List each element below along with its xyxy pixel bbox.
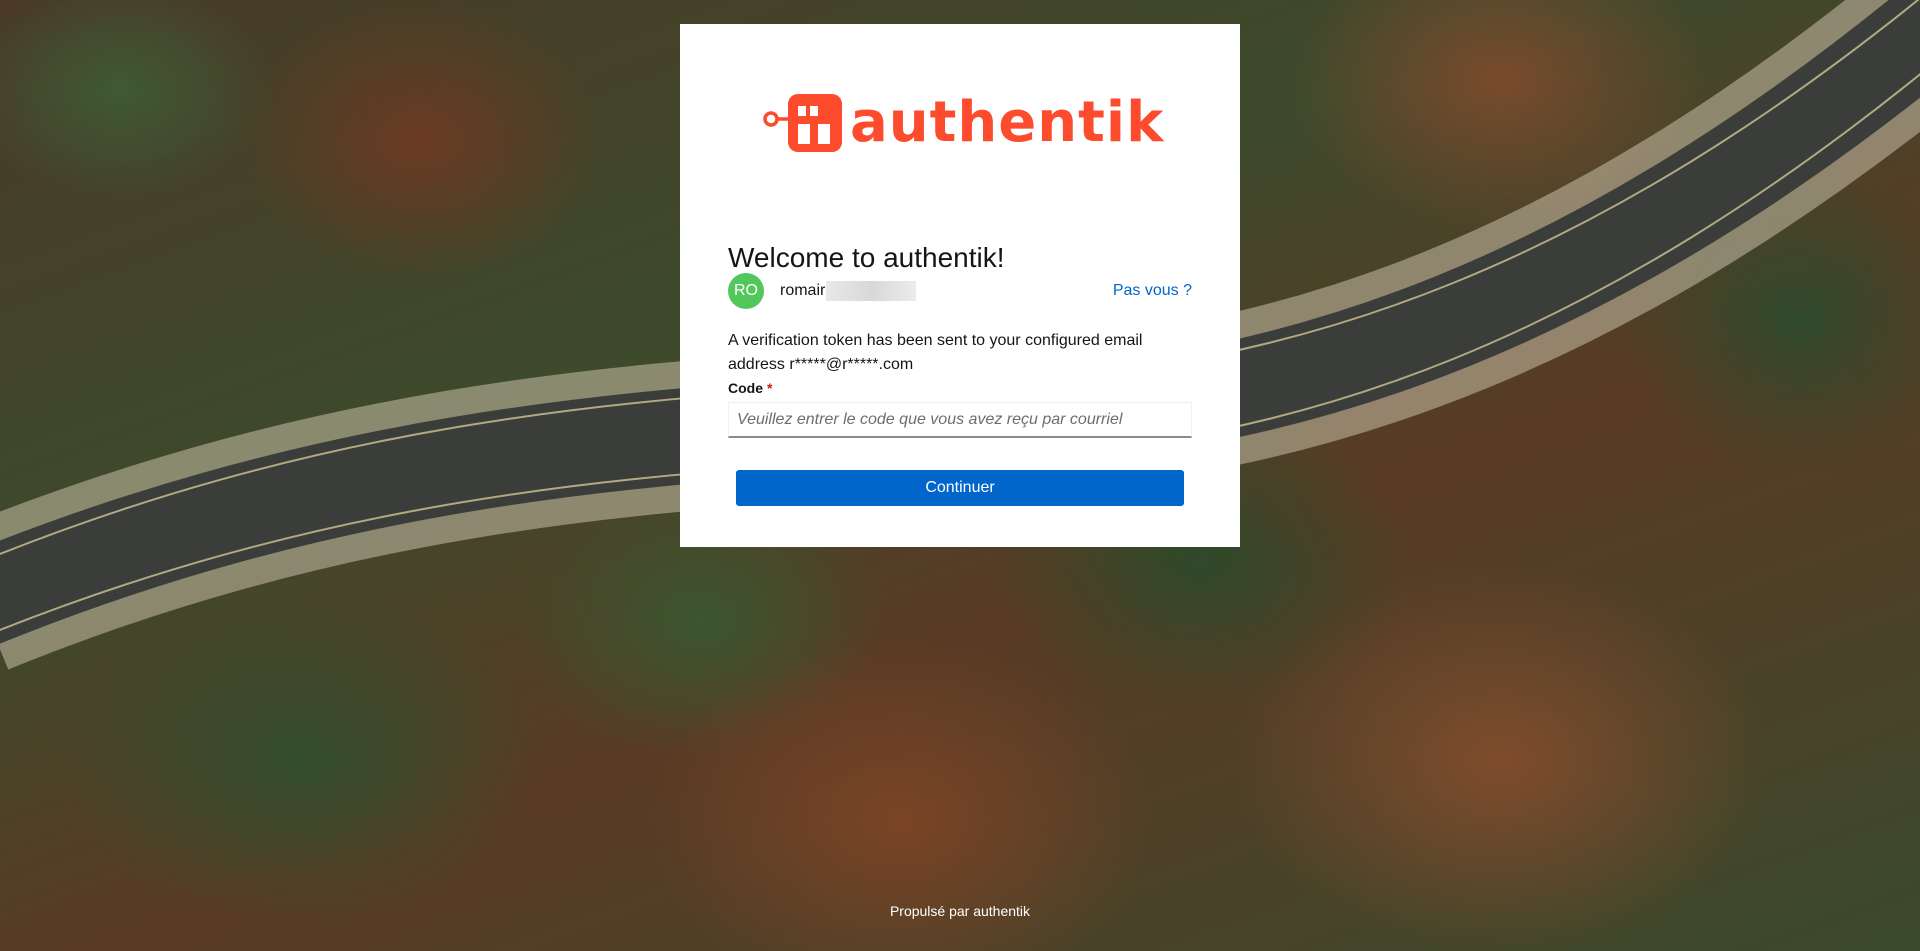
authentik-logo-icon	[763, 94, 842, 152]
avatar: RO	[728, 273, 764, 309]
login-card: authentik Welcome to authentik! RO romai…	[680, 24, 1240, 547]
user-identity-row: RO romair Pas vous ?	[728, 269, 1192, 313]
required-marker: *	[767, 380, 773, 396]
continue-button[interactable]: Continuer	[736, 470, 1184, 506]
redacted-username-block	[826, 281, 917, 301]
brand-name: authentik	[850, 90, 1165, 155]
code-label-text: Code	[728, 380, 763, 396]
username-text: romair	[780, 282, 826, 299]
code-input[interactable]	[728, 402, 1192, 438]
footer-powered-by[interactable]: Propulsé par authentik	[0, 903, 1920, 919]
brand-logo: authentik	[762, 92, 1164, 154]
not-you-link[interactable]: Pas vous ?	[1113, 282, 1192, 300]
verification-info-text: A verification token has been sent to yo…	[728, 332, 1143, 373]
username: romair	[780, 281, 917, 301]
code-field-label: Code *	[728, 380, 772, 396]
